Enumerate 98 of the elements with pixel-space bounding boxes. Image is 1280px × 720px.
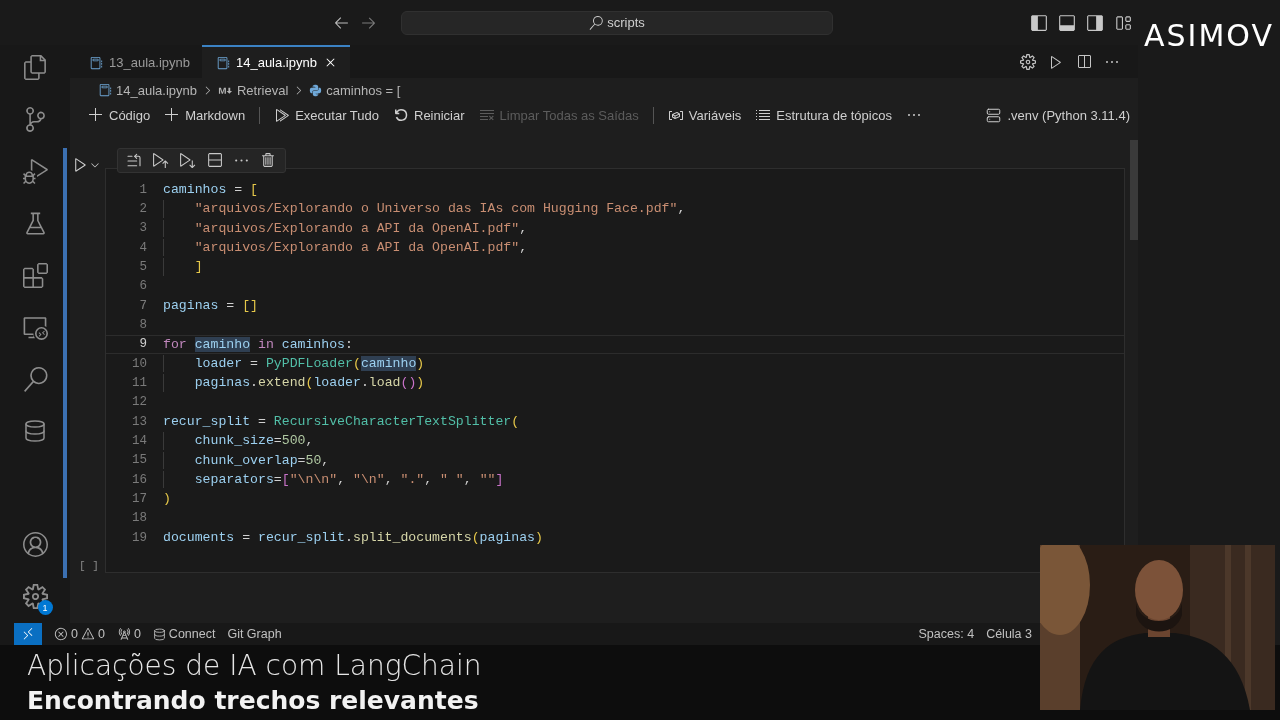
run-below-icon[interactable]	[179, 152, 196, 169]
toolbar-button[interactable]: Código	[88, 107, 151, 123]
line-number: 3	[138, 221, 147, 236]
execution-count: [ ]	[79, 560, 99, 572]
caption-title: Aplicações de IA com LangChain	[27, 647, 483, 684]
database-icon[interactable]	[23, 419, 47, 443]
status-item[interactable]: Connect	[152, 627, 216, 641]
ports-status[interactable]: 0	[116, 627, 141, 641]
caption-subtitle: Encontrando trechos relevantes	[27, 684, 480, 717]
list-icon	[755, 107, 772, 123]
back-arrow-icon[interactable]	[333, 14, 350, 31]
run-all-icon	[274, 107, 291, 123]
error-icon	[54, 627, 68, 641]
remote-button[interactable]	[14, 623, 42, 645]
layout-icon[interactable]	[1114, 13, 1132, 32]
delete-icon[interactable]	[260, 152, 277, 169]
run-above-icon[interactable]	[152, 152, 169, 169]
extensions-icon[interactable]	[22, 263, 48, 288]
line-number: 1	[138, 182, 147, 197]
python-icon	[309, 83, 323, 97]
notebook-icon	[98, 83, 112, 97]
line-number: 4	[138, 240, 147, 255]
right-panel-icon[interactable]	[1086, 13, 1104, 32]
code-cell[interactable]	[105, 168, 1125, 573]
line-number: 15	[131, 453, 147, 468]
code-line: for caminho in caminhos:	[163, 336, 353, 352]
account-icon[interactable]	[22, 532, 48, 557]
status-item[interactable]: Git Graph	[227, 627, 282, 641]
line-number: 7	[138, 298, 147, 313]
settings-icon[interactable]	[1020, 53, 1036, 70]
line-number: 16	[131, 472, 147, 487]
plus-icon	[88, 107, 104, 123]
remote-icon	[21, 627, 35, 641]
play-icon[interactable]	[1048, 53, 1064, 70]
code-line: loader = PyPDFLoader(caminho)	[194, 356, 425, 372]
toolbar-button[interactable]: Executar Tudo	[274, 107, 379, 123]
code-line: paginas.extend(loader.load())	[194, 375, 425, 391]
code-line: paginas = []	[163, 298, 258, 314]
code-line: caminhos = [	[163, 182, 258, 198]
line-number: 13	[131, 414, 147, 429]
toolbar-button[interactable]: Variáveis	[667, 107, 742, 123]
code-line: chunk_overlap=50,	[194, 452, 330, 468]
search-field[interactable]: scripts	[401, 10, 833, 35]
code-line: separators=["\n\n", "\n", ".", " ", ""]	[194, 472, 504, 488]
code-line: "arquivos/Explorando a API da OpenAI.pdf",	[194, 240, 528, 256]
server-icon	[986, 107, 1002, 123]
notebook-icon	[215, 55, 230, 70]
line-number: 14	[131, 433, 147, 448]
line-number: 10	[131, 356, 147, 371]
code-line: chunk_size=500,	[194, 433, 314, 449]
code-line: recur_split = RecursiveCharacterTextSplitter(	[163, 414, 520, 430]
kernel-picker[interactable]: .venv (Python 3.11.4)	[986, 107, 1130, 123]
breadcrumb[interactable]: caminhos = [	[326, 82, 401, 98]
code-line: )	[163, 491, 171, 507]
status-item[interactable]: Spaces: 4	[918, 627, 975, 641]
scrollbar[interactable]	[1130, 140, 1138, 240]
toolbar-button[interactable]: Estrutura de tópicos	[755, 107, 892, 123]
status-item[interactable]: Célula 3	[986, 627, 1032, 641]
run-by-line-icon[interactable]	[126, 152, 142, 169]
line-number: 11	[131, 375, 147, 390]
bottom-panel-icon[interactable]	[1058, 13, 1076, 32]
line-number: 5	[138, 259, 147, 274]
run-debug-icon[interactable]	[22, 159, 48, 184]
line-number: 6	[138, 279, 147, 294]
restart-icon	[393, 107, 409, 123]
database-icon	[152, 627, 166, 641]
line-number: 9	[138, 337, 147, 352]
code-line: documents = recur_split.split_documents(paginas)	[163, 530, 543, 546]
code-line: ]	[194, 259, 203, 275]
warning-icon	[80, 627, 95, 641]
split-cell-icon[interactable]	[206, 152, 223, 169]
toolbar-button[interactable]: Markdown	[164, 107, 246, 123]
notebook-icon	[89, 55, 103, 70]
breadcrumb[interactable]: Retrieval	[236, 82, 289, 98]
monitor-icon[interactable]	[22, 315, 48, 340]
plus-icon	[164, 107, 181, 123]
line-number: 19	[131, 530, 147, 545]
line-number: 17	[131, 491, 147, 506]
clear-icon	[478, 107, 495, 123]
split-editor-icon[interactable]	[1076, 53, 1092, 70]
toolbar-button[interactable]: Reiniciar	[393, 107, 465, 123]
code-line: "arquivos/Explorando a API da OpenAI.pdf",	[194, 220, 528, 236]
left-panel-icon[interactable]	[1030, 13, 1048, 32]
logo: ASIMOV	[1144, 18, 1274, 54]
forward-arrow-icon[interactable]	[360, 14, 377, 31]
line-number: 18	[131, 511, 147, 526]
search-icon	[589, 15, 604, 30]
code-line: "arquivos/Explorando o Universo das IAs com Hugging Face.pdf",	[194, 201, 686, 217]
line-number: 2	[138, 202, 147, 216]
breadcrumb[interactable]: 14_aula.ipynb	[116, 82, 197, 98]
notification-badge: 1	[37, 600, 53, 615]
editor-tab[interactable]: 14_aula.ipynb	[201, 45, 350, 78]
search-icon[interactable]	[22, 367, 48, 392]
line-number: 8	[138, 317, 147, 332]
line-number: 12	[131, 395, 147, 410]
files-icon[interactable]	[22, 55, 48, 80]
problems-status[interactable]: 0 0	[54, 627, 105, 641]
radio-tower-icon	[116, 627, 131, 641]
